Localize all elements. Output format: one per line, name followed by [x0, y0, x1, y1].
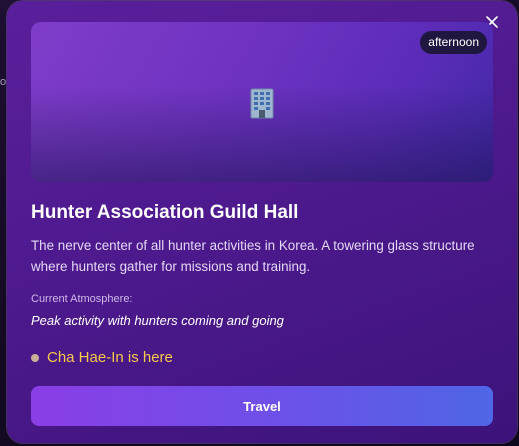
- location-description: The nerve center of all hunter activitie…: [31, 238, 475, 274]
- time-of-day-badge: afternoon: [420, 31, 487, 54]
- presence-dot-icon: [31, 353, 39, 362]
- presence-text: Cha Hae-In is here: [47, 349, 173, 366]
- background-edge-text: o: [0, 76, 7, 88]
- location-modal: afternoon Hunter Association Guild Hall …: [7, 1, 517, 443]
- location-title: Hunter Association Guild Hall: [31, 202, 299, 223]
- atmosphere-label: Current Atmosphere:: [31, 293, 133, 305]
- location-hero-image: afternoon: [31, 22, 493, 182]
- character-presence: Cha Hae-In is here: [31, 349, 173, 366]
- travel-button[interactable]: Travel: [31, 386, 493, 426]
- atmosphere-value: Peak activity with hunters coming and go…: [31, 313, 284, 328]
- office-building-icon: [250, 88, 274, 119]
